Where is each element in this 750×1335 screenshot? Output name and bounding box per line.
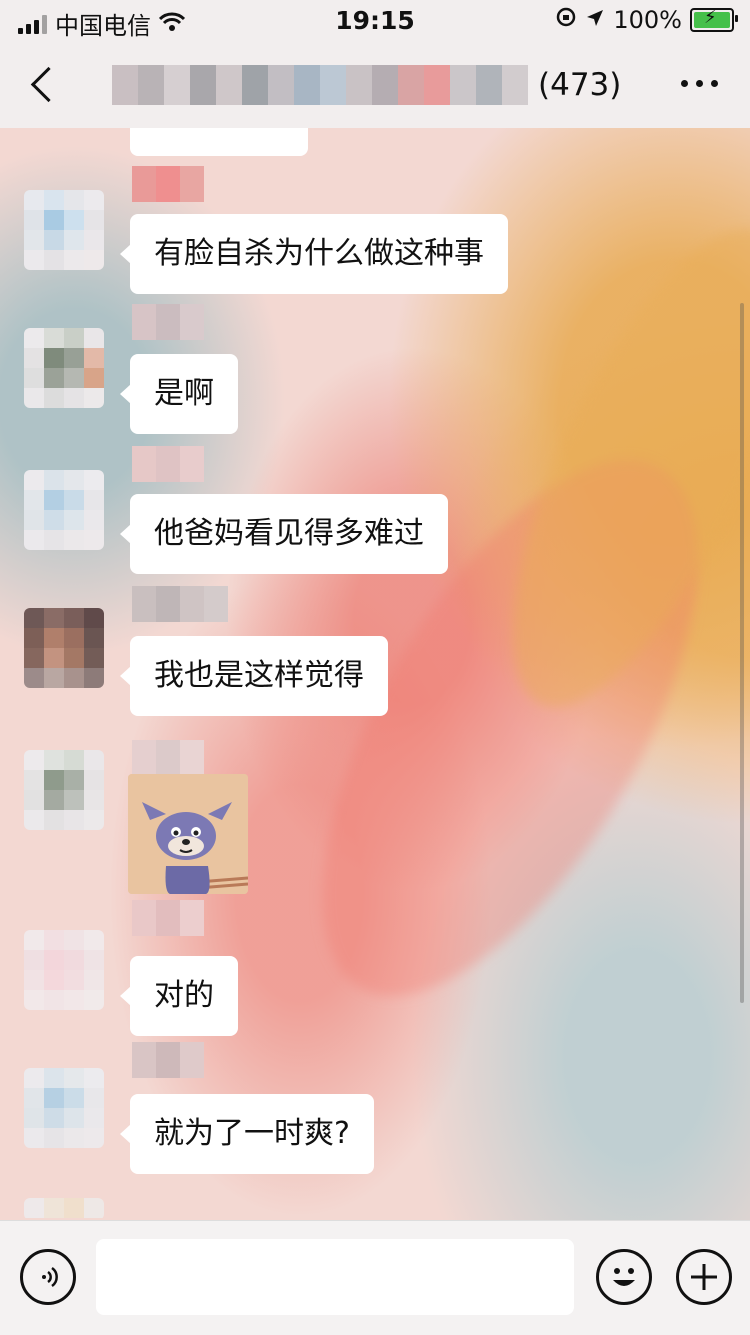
back-arrow-icon[interactable] [26, 60, 66, 110]
sender-name-blurred [132, 586, 228, 622]
message-text: 我也是这样觉得 [154, 658, 364, 693]
rotation-lock-icon [555, 6, 577, 34]
plus-icon[interactable] [676, 1249, 732, 1305]
message-bubble-partial[interactable] [130, 128, 308, 156]
member-count: (473) [538, 67, 622, 103]
more-icon[interactable] [681, 80, 718, 87]
chat-header: (473) [0, 42, 750, 128]
avatar[interactable] [24, 608, 104, 688]
voice-input-icon[interactable] [20, 1249, 76, 1305]
sender-name-blurred [132, 740, 204, 776]
avatar[interactable] [24, 190, 104, 270]
status-bar: 中国电信 19:15 100% ⚡ [0, 0, 750, 42]
message-bubble[interactable]: 有脸自杀为什么做这种事 [120, 214, 508, 294]
message-bubble[interactable]: 我也是这样觉得 [120, 636, 388, 716]
message-bubble[interactable]: 他爸妈看见得多难过 [120, 494, 448, 574]
message-text: 是啊 [154, 376, 214, 411]
status-right: 100% ⚡ [555, 6, 738, 34]
message-text: 就为了一时爽? [154, 1116, 350, 1151]
sender-name-blurred [132, 166, 204, 202]
scrollbar[interactable] [740, 303, 744, 1003]
message-input[interactable] [96, 1239, 574, 1315]
message-bubble[interactable]: 对的 [120, 956, 238, 1036]
avatar[interactable] [24, 750, 104, 830]
message-bubble[interactable]: 就为了一时爽? [120, 1094, 374, 1174]
battery-percent: 100% [613, 6, 682, 34]
sender-name-blurred [132, 446, 204, 482]
input-bar [0, 1220, 750, 1335]
chat-area[interactable]: 有脸自杀为什么做这种事 是啊 他爸妈看见得多难过 我也是这样觉得 对的 就为了一… [0, 128, 750, 1220]
message-text: 他爸妈看见得多难过 [154, 516, 424, 551]
sender-name-blurred [132, 1042, 204, 1078]
sender-name-blurred [132, 900, 204, 936]
cat-sticker-icon [128, 774, 248, 894]
battery-icon: ⚡ [690, 7, 738, 32]
avatar[interactable] [24, 930, 104, 1010]
cat-sticker[interactable] [128, 774, 248, 894]
avatar[interactable] [24, 1068, 104, 1148]
message-text: 对的 [154, 978, 214, 1013]
message-text: 有脸自杀为什么做这种事 [154, 236, 484, 271]
location-icon [585, 6, 605, 34]
sender-name-blurred [132, 304, 204, 340]
avatar[interactable] [24, 470, 104, 550]
avatar[interactable] [24, 1198, 104, 1220]
chat-title: (473) [112, 58, 621, 112]
emoji-icon[interactable] [596, 1249, 652, 1305]
avatar[interactable] [24, 328, 104, 408]
message-bubble[interactable]: 是啊 [120, 354, 238, 434]
blurred-group-name [112, 65, 528, 105]
